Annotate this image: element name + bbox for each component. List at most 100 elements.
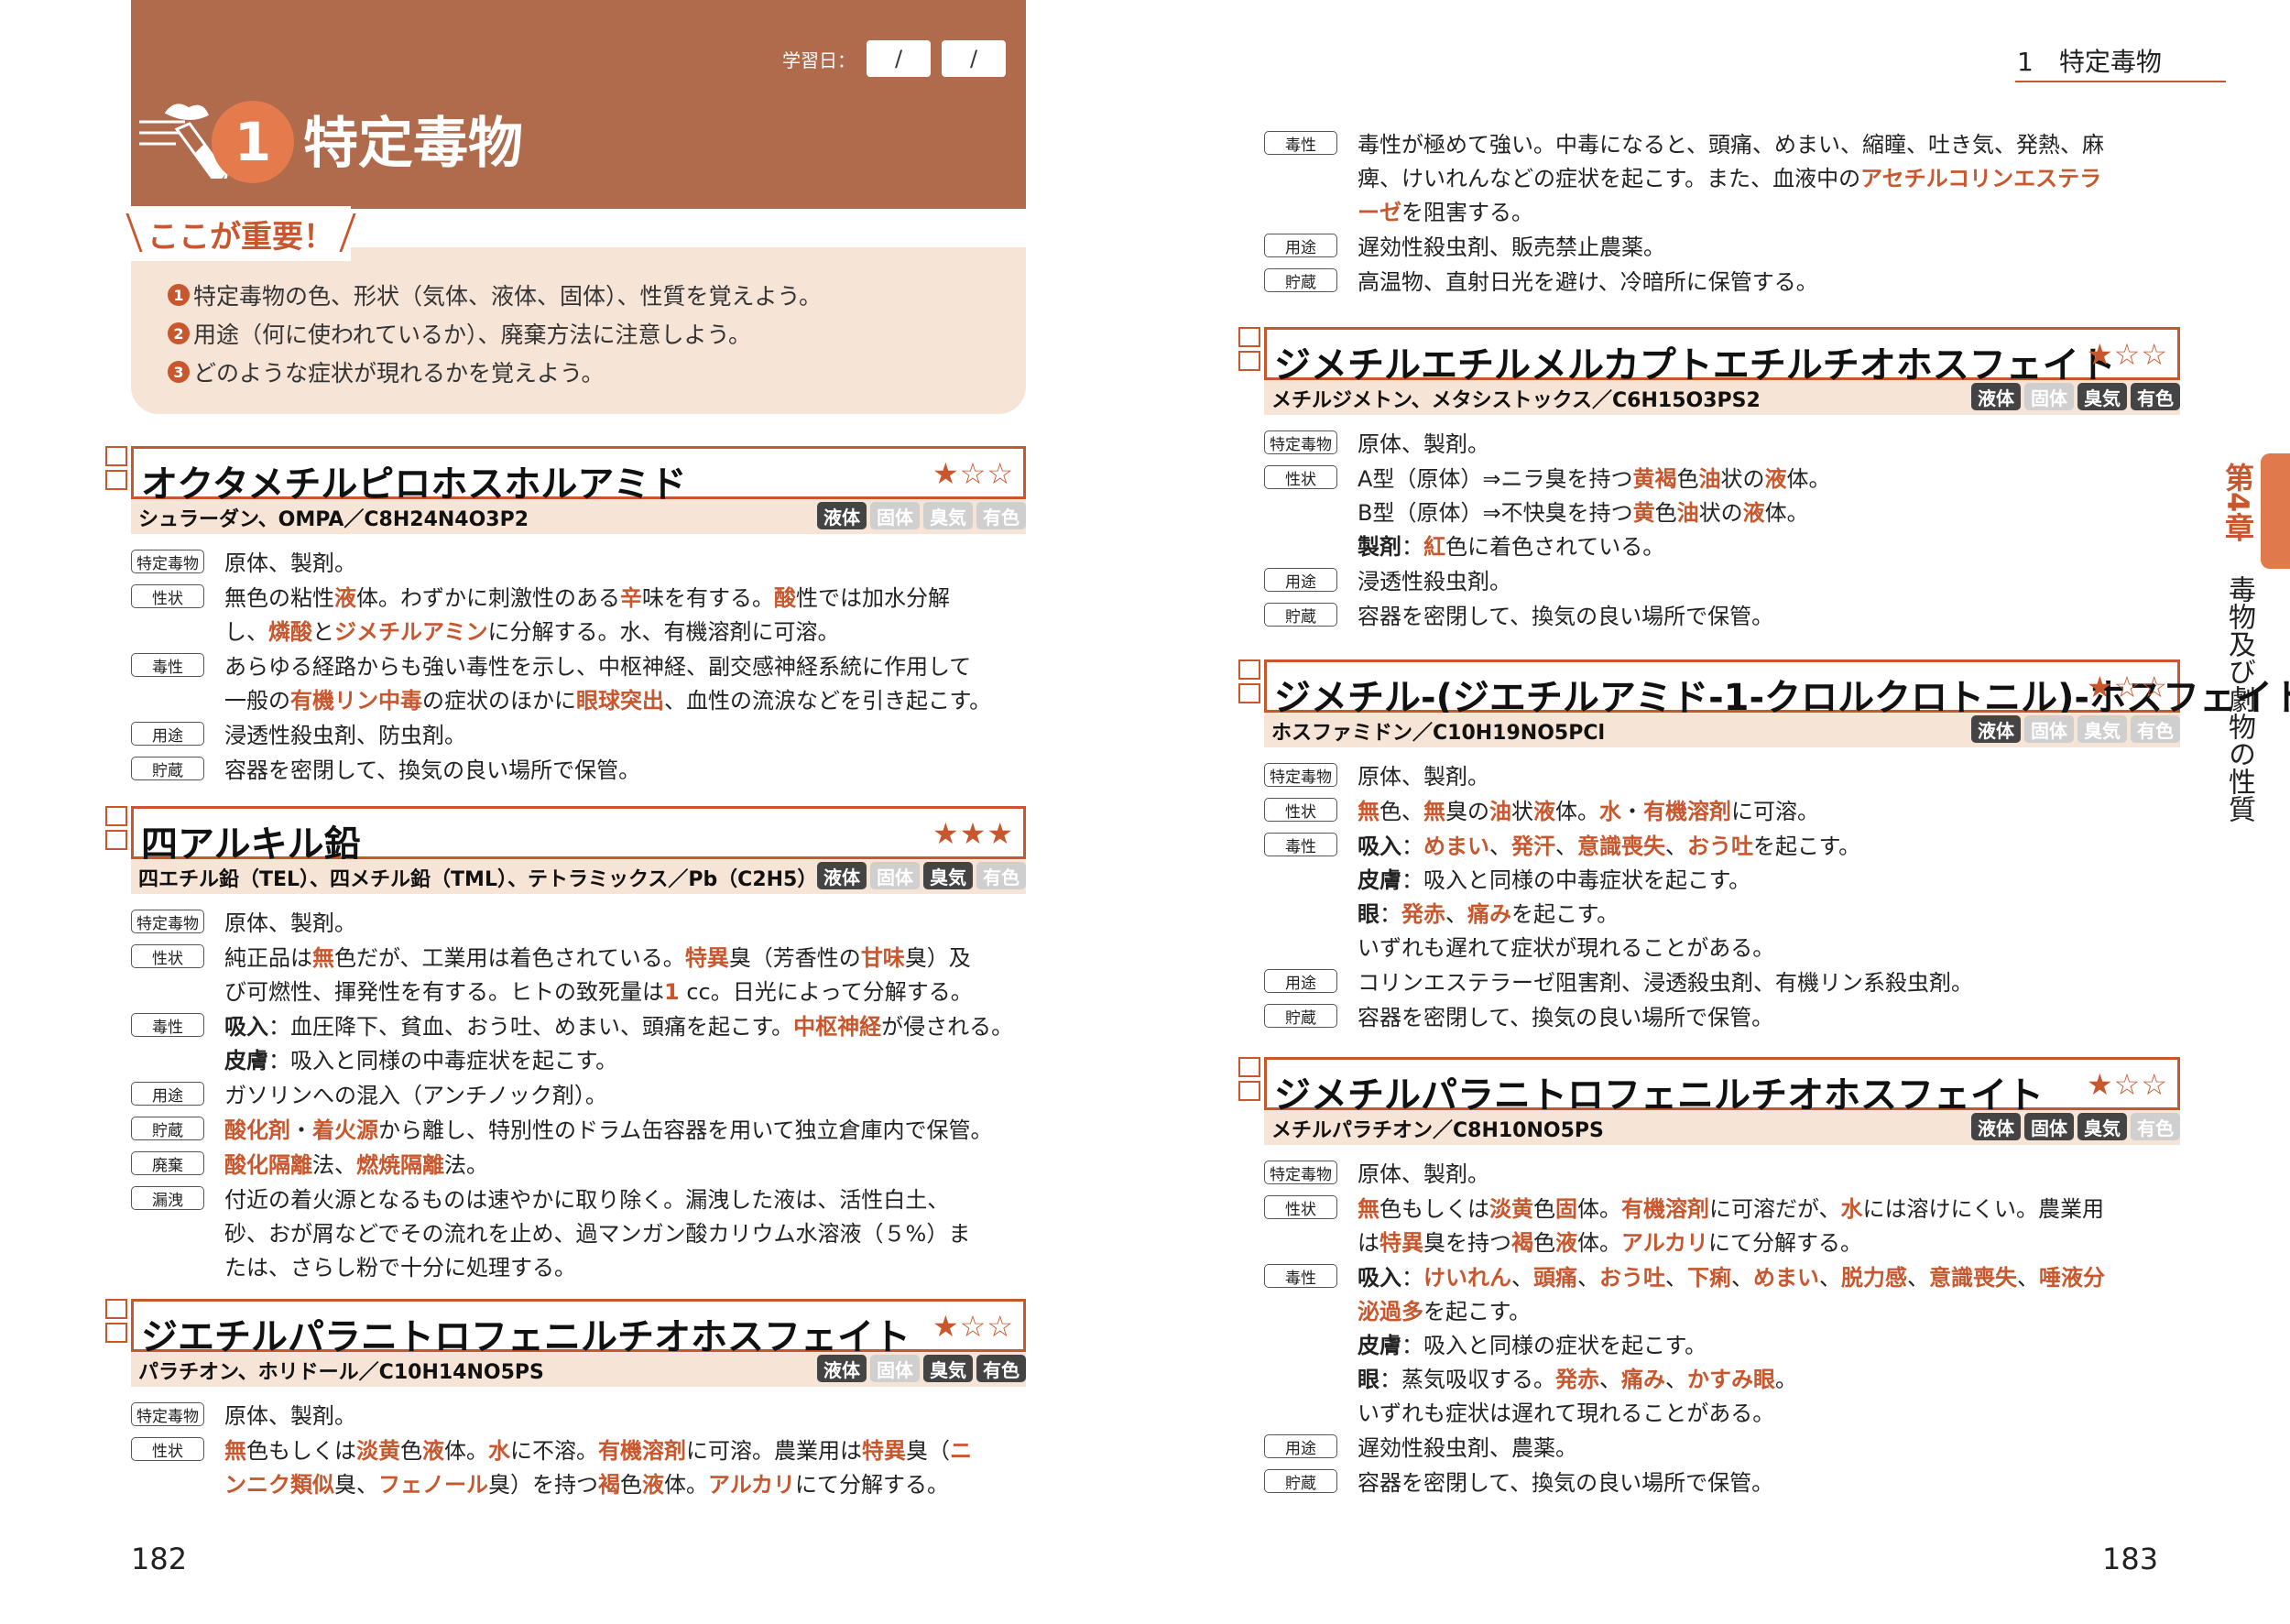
property-text: 無色、無臭の油状液体。水・有機溶剤に可溶。	[1358, 799, 1819, 824]
property-label: 用途	[1264, 234, 1337, 257]
property-label: 性状	[131, 584, 204, 608]
checkboxes	[1238, 327, 1260, 375]
property-row: 用途 遅効性殺虫剤、農薬。	[1264, 1432, 2180, 1466]
review-checkbox[interactable]	[105, 1323, 127, 1343]
property-row: 用途 浸透性殺虫剤、防虫剤。	[131, 719, 1026, 753]
entry-title: ジエチルパラニトロフェニルチオホスフェイト ★☆☆	[131, 1299, 1026, 1358]
property-row: 特定毒物 原体、製剤。	[131, 907, 1026, 941]
tag-liquid: 液体	[1971, 383, 2021, 410]
property-row: 性状 無色の粘性液体。わずかに刺激性のある辛味を有する。酸性では加水分解 し、燐酸…	[131, 582, 1026, 649]
tag-odor: 臭気	[2077, 383, 2127, 410]
entry-synonyms: パラチオン、ホリドール／C10H14NO5PS	[138, 1361, 544, 1384]
property-label: 毒性	[1264, 1264, 1337, 1288]
tag-solid: 固体	[870, 862, 920, 889]
property-label: 貯蔵	[131, 1117, 204, 1140]
review-checkbox[interactable]	[1238, 1081, 1260, 1101]
property-text: 純正品は無色だが、工業用は着色されている。特異臭（芳香性の甘味臭）及 び可燃性、…	[224, 945, 973, 1005]
tag-colored: 有色	[976, 1355, 1026, 1382]
entry-synonyms-bar: シュラーダン、OMPA／C8H24N4O3P2 液体 固体 臭気 有色	[131, 499, 1026, 534]
review-checkbox[interactable]	[105, 806, 127, 826]
review-checkbox[interactable]	[1238, 327, 1260, 347]
rating-stars: ★☆☆	[2086, 1067, 2168, 1102]
entry-synonyms: ホスファミドン／C10H19NO5PCl	[1271, 722, 1606, 745]
tag-solid: 固体	[2024, 1113, 2074, 1140]
property-row: 貯蔵 容器を密閉して、換気の良い場所で保管。	[1264, 1001, 2180, 1035]
checkboxes	[1238, 1057, 1260, 1105]
property-row: 用途 コリンエステラーゼ阻害剤、浸透殺虫剤、有機リン系殺虫剤。	[1264, 966, 2180, 1000]
property-text: 容器を密閉して、換気の良い場所で保管。	[1358, 604, 1774, 629]
property-label: 貯蔵	[1264, 1004, 1337, 1028]
review-checkbox[interactable]	[1238, 1057, 1260, 1077]
review-checkbox[interactable]	[105, 1299, 127, 1319]
property-text: 毒性が極めて強い。中毒になると、頭痛、めまい、縮瞳、吐き気、発熱、麻 痺、けいれ…	[1358, 132, 2105, 225]
property-text: 原体、製剤。	[1358, 1161, 1489, 1187]
tag-colored: 有色	[2131, 383, 2180, 410]
review-checkbox[interactable]	[1238, 659, 1260, 680]
property-label: 特定毒物	[1264, 1161, 1337, 1184]
property-text: あらゆる経路からも強い毒性を示し、中枢神経、副交感神経系統に作用して 一般の有機…	[224, 654, 992, 714]
important-text: 用途（何に使われているか）、廃棄方法に注意しよう。	[193, 322, 752, 348]
property-row: 毒性 あらゆる経路からも強い毒性を示し、中枢神経、副交感神経系統に作用して 一般の…	[131, 650, 1026, 718]
tag-colored: 有色	[2131, 1113, 2180, 1140]
checkboxes	[105, 806, 127, 854]
property-text: 無色の粘性液体。わずかに刺激性のある辛味を有する。酸性では加水分解 し、燐酸とジ…	[224, 585, 950, 645]
important-num: 2	[168, 322, 190, 344]
property-row: 貯蔵 高温物、直射日光を避け、冷暗所に保管する。	[1264, 266, 2180, 300]
property-tags: 液体 固体 臭気 有色	[817, 862, 1026, 889]
review-checkbox[interactable]	[105, 470, 127, 490]
page-number: 183	[2102, 1542, 2159, 1576]
property-label: 貯蔵	[1264, 603, 1337, 627]
property-label: 性状	[1264, 1195, 1337, 1219]
review-checkbox[interactable]	[105, 830, 127, 850]
chapter-title: 特定毒物	[303, 112, 523, 176]
study-date-box-2[interactable]: /	[942, 40, 1006, 77]
page-number: 182	[131, 1542, 188, 1576]
study-date-box-1[interactable]: /	[867, 40, 931, 77]
property-row: 性状 無色、無臭の油状液体。水・有機溶剤に可溶。	[1264, 795, 2180, 829]
tag-colored: 有色	[2131, 715, 2180, 743]
property-label: 用途	[131, 722, 204, 746]
property-row: 毒性 吸入：けいれん、頭痛、おう吐、下痢、めまい、脱力感、意識喪失、唾液分 泌過多…	[1264, 1261, 2180, 1431]
property-text: 吸入：めまい、発汗、意識喪失、おう吐を起こす。 皮膚：吸入と同様の中毒症状を起こ…	[1358, 834, 1861, 961]
important-num: 1	[168, 284, 190, 306]
review-checkbox[interactable]	[105, 446, 127, 466]
rating-stars: ★★★	[932, 816, 1014, 851]
property-text: 酸化隔離法、燃焼隔離法。	[224, 1152, 488, 1178]
tag-liquid: 液体	[817, 502, 867, 529]
entry-title: ジメチルパラニトロフェニルチオホスフェイト ★☆☆	[1264, 1057, 2180, 1117]
property-label: 用途	[131, 1082, 204, 1106]
property-row: 性状 無色もしくは淡黄色液体。水に不溶。有機溶剤に可溶。農業用は特異臭（ニ ンニク…	[131, 1434, 1026, 1502]
entry-synonyms-bar: メチルパラチオン／C8H10NO5PS 液体 固体 臭気 有色	[1264, 1110, 2180, 1145]
property-row: 毒性 毒性が極めて強い。中毒になると、頭痛、めまい、縮瞳、吐き気、発熱、麻 痺、け…	[1264, 128, 2180, 230]
property-label: 毒性	[131, 1013, 204, 1037]
entry-synonyms-bar: ホスファミドン／C10H19NO5PCl 液体 固体 臭気 有色	[1264, 713, 2180, 747]
property-row: 特定毒物 原体、製剤。	[131, 547, 1026, 581]
tag-liquid: 液体	[817, 862, 867, 889]
running-head-rule	[2015, 81, 2226, 82]
property-text: 遅効性殺虫剤、農薬。	[1358, 1435, 1577, 1461]
review-checkbox[interactable]	[1238, 683, 1260, 703]
review-checkbox[interactable]	[1238, 351, 1260, 371]
entry-title: ジメチル-(ジエチルアミド-1-クロルクロトニル)-ホスフェイト ★☆☆	[1264, 659, 2290, 719]
property-text: 容器を密閉して、換気の良い場所で保管。	[224, 758, 641, 783]
property-label: 貯蔵	[1264, 1469, 1337, 1493]
tag-solid: 固体	[870, 502, 920, 529]
property-row: 特定毒物 原体、製剤。	[131, 1400, 1026, 1433]
entry-title: ジメチルエチルメルカプトエチルチオホスフェイト ★☆☆	[1264, 327, 2180, 387]
property-text: 無色もしくは淡黄色液体。水に不溶。有機溶剤に可溶。農業用は特異臭（ニ ンニク類似…	[224, 1438, 972, 1498]
tag-solid: 固体	[2024, 715, 2074, 743]
entry-synonyms-bar: メチルジメトン、メタシストックス／C6H15O3PS2 液体 固体 臭気 有色	[1264, 380, 2180, 415]
entry-title: オクタメチルピロホスホルアミド ★☆☆	[131, 446, 1026, 506]
property-tags: 液体 固体 臭気 有色	[1971, 1113, 2180, 1140]
property-row: 貯蔵 容器を密閉して、換気の良い場所で保管。	[131, 754, 1026, 788]
checkboxes	[105, 446, 127, 494]
chapter-number: 1	[212, 101, 294, 183]
entry-synonyms: メチルジメトン、メタシストックス／C6H15O3PS2	[1271, 389, 1761, 412]
property-text: 酸化剤・着火源から離し、特別性のドラム缶容器を用いて独立倉庫内で保管。	[224, 1117, 993, 1143]
property-label: 特定毒物	[1264, 431, 1337, 454]
tag-odor: 臭気	[2077, 1113, 2127, 1140]
property-label: 貯蔵	[131, 757, 204, 780]
property-label: 性状	[131, 944, 204, 968]
rating-stars: ★☆☆	[932, 456, 1014, 491]
property-text: 浸透性殺虫剤。	[1358, 569, 1511, 594]
